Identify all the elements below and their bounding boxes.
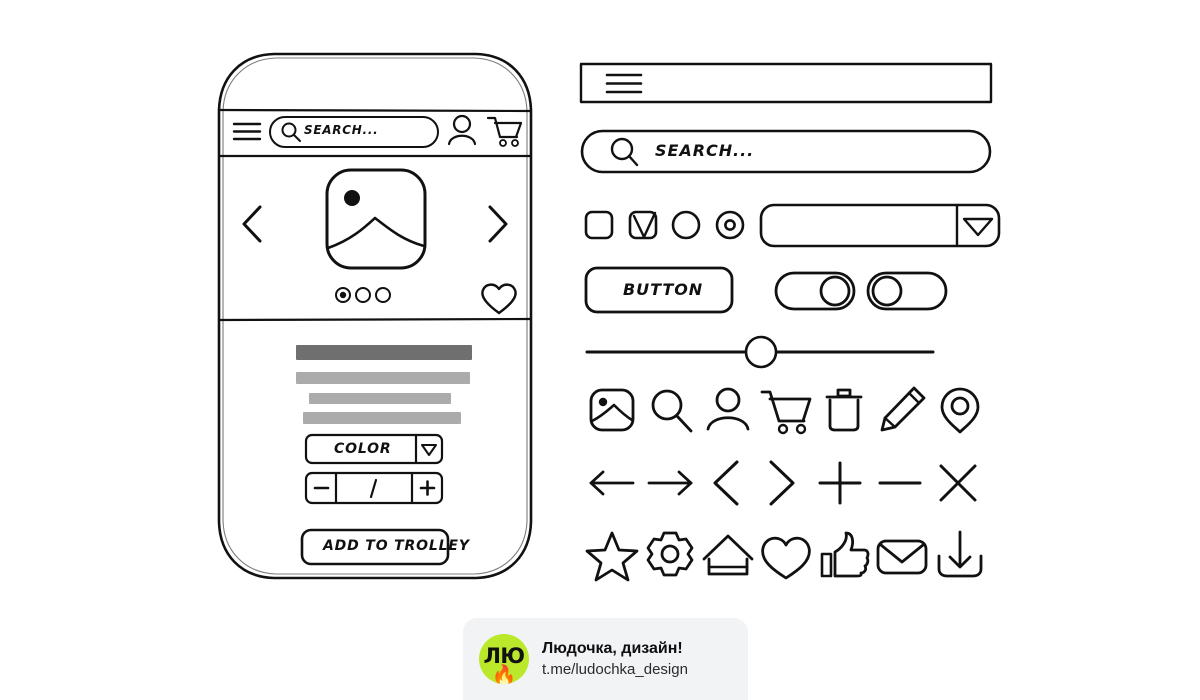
form-controls-row <box>583 202 1003 250</box>
search-icon[interactable] <box>641 380 699 438</box>
product-image <box>327 170 425 268</box>
radio-selected[interactable] <box>717 212 743 238</box>
phone-menu-button[interactable] <box>234 118 262 144</box>
gallery-next-button[interactable] <box>484 202 514 246</box>
download-icon[interactable] <box>931 526 989 584</box>
watermark-link[interactable]: t.me/ludochka_design <box>542 661 688 678</box>
thumbs-up-icon[interactable] <box>815 526 873 584</box>
minus-icon[interactable] <box>871 454 929 512</box>
watermark-title: Людочка, дизайн! <box>542 639 683 657</box>
chevron-left-icon[interactable] <box>699 454 757 512</box>
phone-account-button[interactable] <box>449 115 479 147</box>
phone-cart-button[interactable] <box>486 115 524 147</box>
navbar-menu-icon[interactable] <box>601 70 647 98</box>
gallery-prev-button[interactable] <box>238 202 268 246</box>
avatar-initials: ЛЮ <box>483 643 525 668</box>
shopping-cart-icon[interactable] <box>757 380 815 438</box>
image-icon[interactable] <box>583 380 641 438</box>
phone-search-placeholder: SEARCH... <box>304 123 379 137</box>
fire-emoji-icon: 🔥 <box>491 665 517 684</box>
home-icon[interactable] <box>699 526 757 584</box>
quantity-increment-button[interactable] <box>412 473 442 503</box>
component-kit-panel: SEARCH... BUTTON <box>575 50 1005 595</box>
dropdown-select[interactable] <box>761 205 999 246</box>
carousel-dot-1[interactable] <box>335 287 351 303</box>
color-select-label: COLOR <box>334 441 392 457</box>
slider-handle[interactable] <box>746 337 776 367</box>
chevron-right-icon[interactable] <box>751 454 809 512</box>
text-placeholder-bar <box>309 393 451 404</box>
arrow-right-icon[interactable] <box>641 454 699 512</box>
radio-unselected[interactable] <box>673 212 699 238</box>
heart-icon[interactable] <box>757 526 815 584</box>
text-placeholder-bar <box>296 372 470 384</box>
add-to-trolley-label: ADD TO TROLLEY <box>323 538 470 554</box>
user-icon[interactable] <box>699 380 757 438</box>
checkbox-checked[interactable] <box>630 212 656 238</box>
quantity-decrement-button[interactable] <box>306 473 336 503</box>
search-field-component[interactable]: SEARCH... <box>579 128 993 176</box>
button-toggle-row: BUTTON <box>583 264 1003 318</box>
search-field-placeholder: SEARCH... <box>655 141 755 160</box>
plus-icon[interactable] <box>811 454 869 512</box>
wireframe-canvas: SEARCH... COLOR ADD TO TROLLEY SEARCH...… <box>0 0 1200 700</box>
pencil-icon[interactable] <box>873 380 931 438</box>
navbar-component[interactable] <box>579 62 993 106</box>
location-pin-icon[interactable] <box>931 380 989 438</box>
text-placeholder-bar <box>296 345 472 360</box>
trash-icon[interactable] <box>815 380 873 438</box>
phone-mockup: SEARCH... COLOR ADD TO TROLLEY <box>216 52 534 580</box>
arrow-left-icon[interactable] <box>583 454 641 512</box>
close-icon[interactable] <box>929 454 987 512</box>
phone-screen: SEARCH... COLOR ADD TO TROLLEY <box>216 52 534 580</box>
range-slider[interactable] <box>583 332 1003 372</box>
gear-icon[interactable] <box>641 526 699 584</box>
carousel-dot-3[interactable] <box>375 287 391 303</box>
watermark-text: Людочка, дизайн! t.me/ludochka_design <box>542 640 688 679</box>
avatar: ЛЮ 🔥 <box>479 634 529 684</box>
carousel-dot-2[interactable] <box>355 287 371 303</box>
star-icon[interactable] <box>583 526 641 584</box>
toggle-on[interactable] <box>776 273 854 309</box>
primary-button-label: BUTTON <box>623 280 704 299</box>
quantity-value[interactable] <box>336 473 412 503</box>
favourite-button[interactable] <box>481 282 517 316</box>
toggle-off[interactable] <box>868 273 946 309</box>
watermark-badge[interactable]: ЛЮ 🔥 Людочка, дизайн! t.me/ludochka_desi… <box>463 618 748 700</box>
checkbox-unchecked[interactable] <box>586 212 612 238</box>
mail-icon[interactable] <box>873 526 931 584</box>
text-placeholder-bar <box>303 412 461 424</box>
